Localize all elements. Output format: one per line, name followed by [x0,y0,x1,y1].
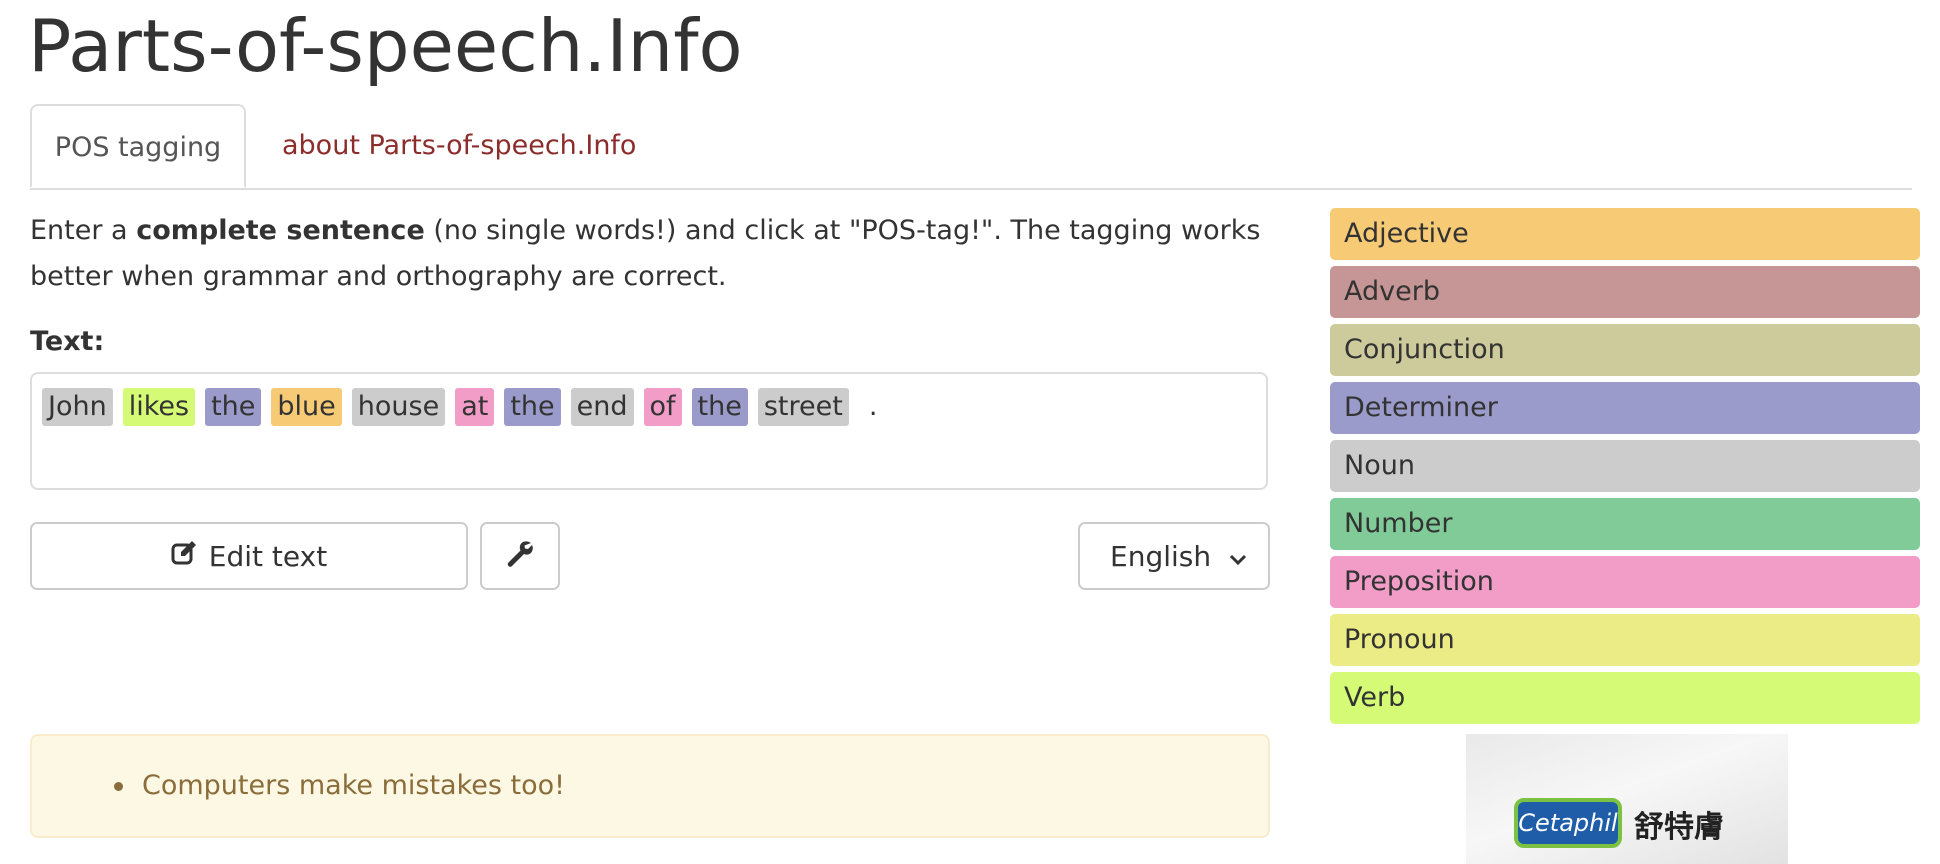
site-title: Parts-of-speech.Info [28,4,743,88]
language-select[interactable]: English [1078,522,1270,590]
intro-prefix: Enter a [30,215,137,246]
token-adjective[interactable]: blue [271,388,342,426]
legend-verb: Verb [1330,672,1920,724]
ad-brand-cn: 舒特膚 [1634,810,1724,845]
intro-bold: complete sentence [136,215,425,246]
tab-bar: POS tagging about Parts-of-speech.Info [30,104,1912,190]
token-verb[interactable]: likes [122,388,196,426]
token-determiner[interactable]: the [691,388,748,426]
token-noun[interactable]: end [570,388,634,426]
tab-about[interactable]: about Parts-of-speech.Info [282,104,636,188]
text-label: Text: [30,326,105,357]
advertisement[interactable]: Cetaphil 舒特膚 [1466,734,1788,864]
token-preposition[interactable]: of [643,388,682,426]
token-noun[interactable]: house [351,388,446,426]
token-noun[interactable]: John [42,388,113,426]
legend-noun: Noun [1330,440,1920,492]
edit-text-label: Edit text [208,539,328,573]
legend-adverb: Adverb [1330,266,1920,318]
wrench-icon [506,540,534,572]
edit-text-button[interactable]: Edit text [30,522,468,590]
ad-brand-logo: Cetaphil [1514,798,1622,848]
settings-button[interactable] [480,522,560,590]
token-determiner[interactable]: the [205,388,262,426]
language-selected: English [1110,539,1212,573]
token-list: John likes the blue house at the end of the street… [42,388,887,426]
edit-icon [171,540,197,573]
legend-conjunction: Conjunction [1330,324,1920,376]
tab-pos-tagging[interactable]: POS tagging [30,104,246,188]
legend-determiner: Determiner [1330,382,1920,434]
warning-alert: Computers make mistakes too! [30,734,1270,838]
chevron-down-icon [1229,540,1247,573]
legend-pronoun: Pronoun [1330,614,1920,666]
token-determiner[interactable]: the [504,388,561,426]
token-noun[interactable]: street [757,388,849,426]
pos-legend: Adjective Adverb Conjunction Determiner Noun… [1330,208,1920,730]
tagged-text-box[interactable]: John likes the blue house at the end of the street… [30,372,1268,490]
legend-number: Number [1330,498,1920,550]
token-preposition[interactable]: at [455,388,495,426]
token-punctuation[interactable]: . [859,388,888,426]
legend-adjective: Adjective [1330,208,1920,260]
alert-item: Computers make mistakes too! [114,736,1268,836]
intro-text: Enter a complete sentence (no single wor… [30,208,1270,300]
legend-preposition: Preposition [1330,556,1920,608]
